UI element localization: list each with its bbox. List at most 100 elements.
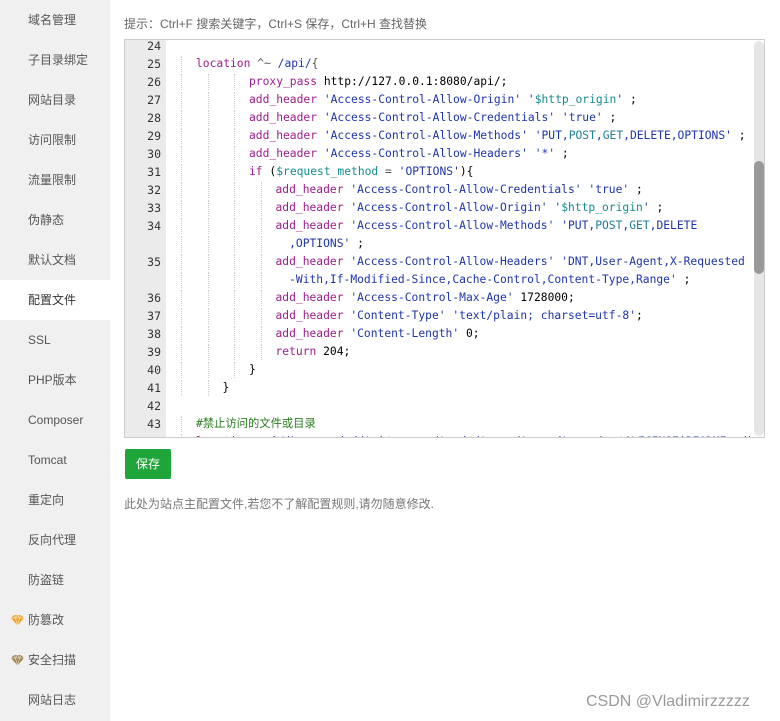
code-token: 'Access-Control-Allow-Headers' [350, 255, 555, 268]
code-token: ; [602, 111, 617, 124]
line-number: 39 [147, 345, 161, 359]
code-token: add_header [275, 219, 344, 232]
code-token: 'Access-Control-Allow-Methods' [323, 129, 528, 142]
indent-guide [234, 74, 235, 90]
code-token: ; [623, 93, 637, 106]
code-text: #禁止访问的文件或目录 [196, 415, 316, 433]
sidebar-item[interactable]: 子目录绑定 [0, 40, 110, 80]
indent-guide [234, 236, 235, 252]
code-token: ' [527, 93, 535, 106]
sidebar-item[interactable]: 默认文档 [0, 240, 110, 280]
indent-guide [234, 272, 235, 288]
indent-guide [260, 218, 262, 234]
line-number: 37 [147, 309, 161, 323]
code-token: ; [629, 183, 643, 196]
code-token: #禁止访问的文件或目录 [196, 417, 316, 430]
code-token: GET [602, 129, 624, 142]
code-token: ^~ [250, 57, 278, 70]
code-token: ; [350, 237, 364, 250]
indent-guide [181, 92, 182, 108]
code-token: ' [642, 201, 650, 214]
code-text: add_header 'Access-Control-Allow-Credent… [249, 109, 616, 127]
sidebar-item[interactable]: Composer [0, 400, 110, 440]
sidebar-item[interactable]: 防篡改 [0, 600, 110, 640]
line-number: 35 [147, 255, 161, 269]
code-token: 'Access-Control-Allow-Methods' [350, 219, 555, 232]
save-button[interactable]: 保存 [125, 449, 171, 479]
code-token: $http_origin [561, 201, 643, 214]
indent-guide [181, 380, 182, 396]
sidebar-item[interactable]: 流量限制 [0, 160, 110, 200]
code-token: 'true' [588, 183, 630, 196]
code-token: ~ [250, 435, 270, 437]
code-token: POST [568, 129, 596, 142]
code-token: if [249, 165, 263, 178]
code-token: 'Content-Length' [350, 327, 460, 340]
code-text: add_header 'Access-Control-Allow-Credent… [276, 181, 643, 199]
code-token: ,DELETE,OPTIONS' [623, 129, 732, 142]
indent-guide [234, 146, 235, 162]
sidebar-item[interactable]: PHP版本 [0, 360, 110, 400]
indent-guide [181, 110, 182, 126]
sidebar-item[interactable]: 重定向 [0, 480, 110, 520]
sidebar-item-label: PHP版本 [28, 373, 77, 387]
indent-guide [234, 110, 235, 126]
code-text: add_header 'Access-Control-Allow-Methods… [276, 217, 698, 235]
sidebar-item-label: 默认文档 [28, 253, 77, 267]
code-token: proxy_pass [249, 75, 318, 88]
sidebar-item[interactable]: 域名管理 [0, 0, 110, 40]
indent-guide [181, 218, 182, 234]
sidebar-item[interactable]: 访问限制 [0, 120, 110, 160]
code-token: ,DELETE [649, 219, 698, 232]
sidebar-item[interactable]: 网站目录 [0, 80, 110, 120]
sidebar-item-label: Tomcat [28, 453, 67, 467]
code-text: } [249, 361, 256, 379]
indent-guide [207, 290, 209, 306]
indent-guide [260, 254, 262, 270]
code-token: /api/ [277, 57, 312, 70]
config-editor[interactable]: 24 25 location ^~ /api/{26 proxy_pass http:… [124, 39, 765, 438]
sidebar-item-label: 域名管理 [28, 13, 77, 27]
indent-guide [234, 164, 235, 180]
sidebar-item[interactable]: SSL [0, 320, 110, 360]
sidebar-item[interactable]: Tomcat [0, 440, 110, 480]
code-token: 'Access-Control-Allow-Origin' [323, 93, 522, 106]
indent-guide [207, 92, 209, 108]
sidebar-item[interactable]: 网站日志 [0, 680, 110, 720]
code-token: 'Access-Control-Allow-Origin' [350, 201, 548, 214]
code-token: return [275, 345, 317, 358]
sidebar-item[interactable]: 防盗链 [0, 560, 110, 600]
sidebar-item[interactable]: 配置文件 [0, 280, 110, 320]
code-token: add_header [275, 183, 344, 196]
indent-guide [181, 164, 182, 180]
indent-guide [234, 326, 235, 342]
sidebar-item-label: 流量限制 [28, 173, 77, 187]
indent-guide [181, 272, 182, 288]
code-token: 'Content-Type' [350, 309, 446, 322]
indent-guide [207, 254, 209, 270]
sidebar-item-label: 配置文件 [28, 293, 77, 307]
indent-guide [207, 380, 209, 396]
indent-guide [260, 344, 262, 360]
sidebar-item[interactable]: 安全扫描 [0, 640, 110, 680]
indent-guide [181, 254, 182, 270]
sidebar: 域名管理子目录绑定 网站目录 访问限制流量限制伪静态默认文档配置文件 SSL PHP版本… [0, 0, 110, 721]
code-token: 'text/plain; charset=utf-8' [452, 309, 636, 322]
code-token: add_header [249, 147, 318, 160]
code-token: ,OPTIONS' [275, 237, 351, 250]
code-text: location ~ ^/(\.user.ini|\.htaccess|\.gi… [196, 433, 754, 437]
sidebar-item[interactable]: 伪静态 [0, 200, 110, 240]
indent-guide [207, 218, 209, 234]
indent-guide [260, 200, 262, 216]
editor-scrollbar-thumb[interactable] [754, 161, 764, 274]
indent-guide [207, 236, 209, 252]
indent-guide [260, 272, 262, 288]
sidebar-item-label: 重定向 [28, 493, 65, 507]
sidebar-item-label: 伪静态 [28, 213, 65, 227]
line-number: 26 [147, 75, 161, 89]
code-text: ,OPTIONS' ; [276, 235, 364, 253]
sidebar-item[interactable]: 反向代理 [0, 520, 110, 560]
